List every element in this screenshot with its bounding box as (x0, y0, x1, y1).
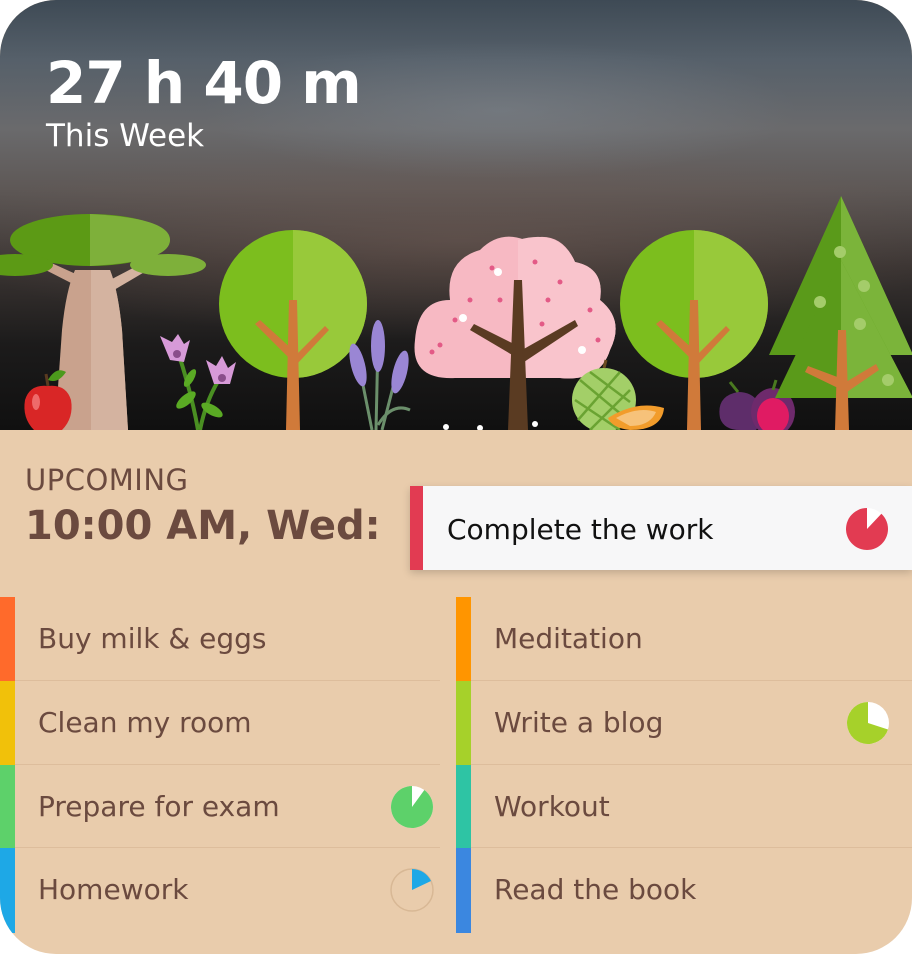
progress-pie-icon (391, 786, 433, 828)
focus-widget: 27 h 40 m This Week UPCOMING 10:00 AM, W… (0, 0, 912, 954)
task-row-left[interactable]: Prepare for exam (0, 765, 440, 848)
upcoming-task-title: Complete the work (447, 513, 714, 546)
task-row-left[interactable]: Clean my room (0, 681, 440, 765)
task-color-stripe (0, 765, 15, 848)
upcoming-task-card[interactable]: Complete the work (410, 486, 912, 570)
task-color-stripe (456, 765, 471, 848)
task-color-stripe (456, 681, 471, 765)
task-label: Prepare for exam (38, 790, 280, 823)
task-label: Homework (38, 873, 189, 906)
task-color-stripe (410, 486, 423, 570)
task-color-stripe (0, 681, 15, 765)
pine-tree-icon (769, 196, 912, 430)
progress-pie-icon (846, 508, 888, 550)
upcoming-label: UPCOMING (25, 463, 189, 497)
task-label: Buy milk & eggs (38, 622, 267, 655)
progress-pie-icon (847, 702, 889, 744)
task-color-stripe (456, 597, 471, 681)
task-row-left[interactable]: Buy milk & eggs (0, 597, 440, 681)
task-color-stripe (0, 597, 15, 681)
task-label: Read the book (494, 873, 697, 906)
task-row-left[interactable]: Homework (0, 848, 440, 933)
task-row-right[interactable]: Write a blog (456, 681, 912, 765)
task-row-right[interactable]: Read the book (456, 848, 912, 933)
flower-icon (160, 334, 236, 430)
task-color-stripe (456, 848, 471, 933)
task-label: Meditation (494, 622, 643, 655)
forest-banner: 27 h 40 m This Week (0, 0, 912, 430)
round-tree-icon (219, 230, 367, 430)
task-label: Clean my room (38, 706, 252, 739)
task-row-right[interactable]: Meditation (456, 597, 912, 681)
task-row-right[interactable]: Workout (456, 765, 912, 848)
task-label: Write a blog (494, 706, 664, 739)
forest-scene (0, 196, 912, 430)
task-color-stripe (0, 848, 15, 933)
task-label: Workout (494, 790, 610, 823)
upcoming-time: 10:00 AM, Wed: (25, 503, 381, 549)
progress-pie-icon (390, 868, 434, 912)
